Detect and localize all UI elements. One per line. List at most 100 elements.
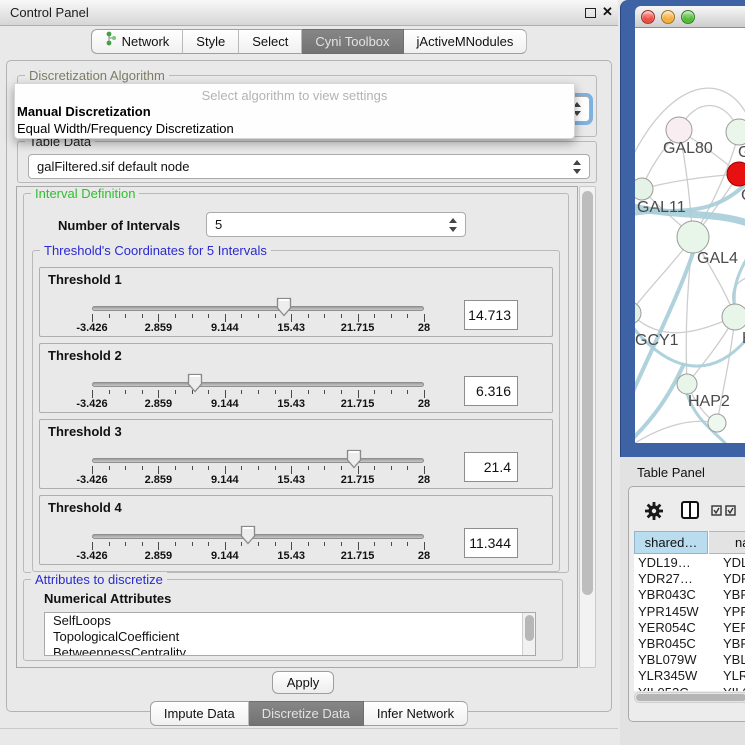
table-row[interactable]: YBR045CYBR0 — [634, 636, 745, 653]
threshold-2-slider-thumb[interactable] — [187, 373, 203, 393]
table-row[interactable]: YDL19…YDL1 — [634, 555, 745, 572]
cell-name: YPR1 — [723, 604, 745, 619]
node-label-c[interactable]: C — [741, 187, 745, 204]
algorithm-options: Manual DiscretizationEqual Width/Frequen… — [15, 103, 574, 137]
tab-style[interactable]: Style — [183, 29, 239, 54]
threshold-label: Threshold 2 — [48, 348, 122, 363]
mac-minimize-icon[interactable] — [661, 10, 675, 24]
tick-label: 2.859 — [128, 550, 188, 562]
cell-shared-name: YPR145W — [638, 604, 699, 619]
threshold-1-value-field[interactable]: 14.713 — [464, 300, 518, 330]
float-window-icon[interactable] — [585, 8, 596, 18]
table-row[interactable]: YBR043CYBR0 — [634, 587, 745, 604]
table-horizontal-scrollbar[interactable] — [634, 692, 745, 703]
tab-label: Style — [196, 30, 225, 54]
attribute-item-betweennesscentrality[interactable]: BetweennessCentrality — [45, 645, 535, 656]
combo-stepper-icon — [573, 160, 582, 174]
mac-close-icon[interactable] — [641, 10, 655, 24]
node-h[interactable] — [722, 304, 745, 330]
discretization-algorithm-title: Discretization Algorithm — [25, 68, 169, 83]
node-label-hap2[interactable]: HAP2 — [688, 393, 730, 410]
tab-cyni-toolbox[interactable]: Cyni Toolbox — [302, 29, 403, 54]
tab-infer-network[interactable]: Infer Network — [364, 701, 468, 726]
number-of-intervals-value: 5 — [215, 217, 222, 232]
tab-discretize-data[interactable]: Discretize Data — [249, 701, 364, 726]
number-of-intervals-label: Number of Intervals — [58, 218, 180, 233]
cell-shared-name: YDR27… — [638, 571, 693, 586]
main-vertical-scrollbar[interactable] — [579, 186, 596, 668]
node-label-gal4[interactable]: GAL4 — [697, 250, 738, 267]
checkboxes-icon[interactable] — [711, 505, 737, 516]
tab-network[interactable]: Network — [91, 29, 184, 54]
node-table: shared… na YDL19…YDL1YDR27…YDR2YBR043CYB… — [628, 486, 745, 722]
node-gal11[interactable] — [635, 178, 653, 200]
threshold-4-value-field[interactable]: 11.344 — [464, 528, 518, 558]
threshold-3-value-field[interactable]: 21.4 — [464, 452, 518, 482]
threshold-box-2: Threshold 2-3.4262.8599.14415.4321.71528… — [39, 343, 553, 413]
cell-shared-name: YDL19… — [638, 555, 691, 570]
tick-label: -3.426 — [62, 398, 122, 410]
menu-item-manual-discretization[interactable]: Manual Discretization — [15, 103, 574, 120]
cell-name: YBL0 — [723, 652, 745, 667]
tab-impute-data[interactable]: Impute Data — [150, 701, 249, 726]
mac-zoom-icon[interactable] — [681, 10, 695, 24]
interval-definition-title: Interval Definition — [31, 186, 139, 201]
threshold-2-value-field[interactable]: 6.316 — [464, 376, 518, 406]
node-bottom[interactable] — [708, 414, 726, 432]
slider-track[interactable] — [92, 534, 424, 539]
table-row[interactable]: YPR145W YPR1 — [634, 604, 745, 621]
node-top-right[interactable] — [726, 119, 745, 145]
table-data-combo[interactable]: galFiltered.sif default node — [28, 154, 590, 179]
cell-shared-name: YBL079W — [638, 652, 697, 667]
node-gal4[interactable] — [677, 221, 709, 253]
cell-name: YBR0 — [723, 587, 745, 602]
tab-label: Impute Data — [164, 702, 235, 726]
table-row[interactable]: YBL079W YBL0 — [634, 652, 745, 669]
node-label-gal11[interactable]: GAL11 — [637, 199, 686, 216]
gear-icon[interactable] — [645, 502, 663, 520]
table-row[interactable]: YDR27…YDR2 — [634, 571, 745, 588]
node-hap2[interactable] — [677, 374, 697, 394]
network-view-window: GAL80GACGAL11GAL4GCY1HHAP2 — [620, 0, 745, 457]
slider-track[interactable] — [92, 458, 424, 463]
cell-name: YIL0 — [723, 685, 745, 691]
threshold-box-4: Threshold 4-3.4262.8599.14415.4321.71528… — [39, 495, 553, 565]
threshold-3-slider-thumb[interactable] — [346, 449, 362, 469]
tab-select[interactable]: Select — [239, 29, 302, 54]
threshold-4-slider-thumb[interactable] — [240, 525, 256, 545]
network-canvas[interactable]: GAL80GACGAL11GAL4GCY1HHAP2 — [635, 28, 745, 443]
threshold-label: Threshold 1 — [48, 272, 122, 287]
node-label-gcy1[interactable]: GCY1 — [635, 332, 679, 349]
table-row[interactable]: YLR345WYLR3 — [634, 668, 745, 685]
numerical-attributes-list[interactable]: SelfLoopsTopologicalCoefficientBetweenne… — [44, 612, 536, 656]
tick-label: 9.144 — [195, 322, 255, 334]
slider-track[interactable] — [92, 306, 424, 311]
split-column-icon[interactable] — [681, 501, 699, 519]
table-grid[interactable]: shared… na YDL19…YDL1YDR27…YDR2YBR043CYB… — [634, 531, 745, 691]
node-label-ga[interactable]: GA — [738, 144, 745, 161]
apply-button[interactable]: Apply — [272, 671, 334, 694]
attribute-item-selfloops[interactable]: SelfLoops — [45, 613, 535, 629]
cell-shared-name: YER054C — [638, 620, 696, 635]
slider-track[interactable] — [92, 382, 424, 387]
threshold-1-slider-thumb[interactable] — [276, 297, 292, 317]
number-of-intervals-combo[interactable]: 5 — [206, 212, 466, 237]
column-header-shared-name[interactable]: shared… — [634, 531, 708, 554]
interval-definition-group: Interval Definition Number of Intervals … — [23, 193, 569, 573]
threshold-label: Threshold 3 — [48, 424, 122, 439]
node-label-gal80[interactable]: GAL80 — [663, 140, 713, 157]
attributes-scrollbar[interactable] — [522, 613, 535, 655]
tab-jactivemnodules[interactable]: jActiveMNodules — [404, 29, 528, 54]
menu-item-equal-width-frequency-discretization[interactable]: Equal Width/Frequency Discretization — [15, 120, 574, 137]
control-panel-titlebar: Control Panel ✕ — [0, 0, 618, 26]
table-row[interactable]: YIL052CYIL0 — [634, 685, 745, 691]
tab-label: Infer Network — [377, 702, 454, 726]
cell-shared-name: YBR045C — [638, 636, 696, 651]
attribute-item-topologicalcoefficient[interactable]: TopologicalCoefficient — [45, 629, 535, 645]
table-row[interactable]: YER054CYER0 — [634, 620, 745, 637]
combo-stepper-icon — [449, 218, 458, 232]
algorithm-dropdown-popup: Select algorithm to view settings Manual… — [14, 83, 575, 139]
node-gcy1[interactable] — [635, 302, 641, 324]
column-header-name[interactable]: na — [709, 531, 745, 554]
close-icon[interactable]: ✕ — [602, 4, 616, 20]
